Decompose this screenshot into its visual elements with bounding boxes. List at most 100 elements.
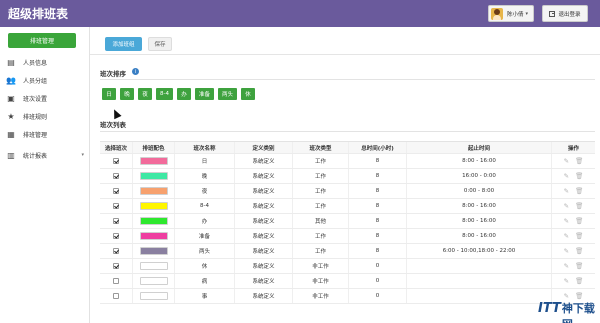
- shift-name-cell: 办: [175, 214, 235, 228]
- edit-icon[interactable]: ✎: [564, 232, 569, 240]
- shift-chip[interactable]: 日: [102, 88, 116, 100]
- category-cell: 系统定义: [235, 229, 293, 243]
- watermark-logo: ITT 神下载网: [538, 300, 600, 323]
- app-title: 超级排班表: [8, 7, 69, 21]
- user-menu-button[interactable]: 陈小倩 ▾: [488, 5, 534, 22]
- column-header[interactable]: 选择班次: [100, 142, 133, 153]
- table-row: 8-4 系统定义 工作 8 8:00 - 16:00 ✎ 🗑: [100, 199, 595, 214]
- edit-icon[interactable]: ✎: [564, 157, 569, 165]
- shift-name-cell: 病: [175, 274, 235, 288]
- edit-icon[interactable]: ✎: [564, 277, 569, 285]
- type-cell: 非工作: [293, 259, 349, 273]
- row-actions: ✎ 🗑: [564, 157, 584, 165]
- time-cell: [407, 259, 552, 273]
- column-header[interactable]: 定义类别: [235, 142, 293, 153]
- add-shift-group-button[interactable]: 添加班组: [105, 37, 142, 51]
- category-cell: 系统定义: [235, 259, 293, 273]
- category-cell: 系统定义: [235, 154, 293, 168]
- select-checkbox[interactable]: [113, 278, 119, 284]
- trash-icon[interactable]: 🗑: [575, 172, 583, 180]
- sidebar-item-shift-settings[interactable]: ▣ 班次设置: [0, 90, 90, 106]
- column-header[interactable]: 班次名称: [175, 142, 235, 153]
- sidebar-item-label: 排班管理: [23, 131, 48, 139]
- color-swatch[interactable]: [139, 247, 168, 255]
- shift-chip[interactable]: 休: [241, 88, 256, 100]
- edit-icon[interactable]: ✎: [564, 262, 569, 270]
- shift-chip[interactable]: 两头: [218, 88, 238, 100]
- color-swatch[interactable]: [139, 157, 168, 165]
- sidebar-item-reports[interactable]: ▥ 统计报表 ▾: [0, 147, 90, 163]
- edit-icon[interactable]: ✎: [564, 172, 569, 180]
- shift-chip[interactable]: 准备: [194, 88, 214, 100]
- shift-name-cell: 准备: [175, 229, 235, 243]
- hours-cell: 8: [349, 169, 407, 183]
- hours-cell: 8: [349, 199, 407, 213]
- select-checkbox[interactable]: [113, 233, 119, 239]
- logout-label: 退出登录: [558, 11, 581, 18]
- edit-icon[interactable]: ✎: [564, 247, 569, 255]
- color-swatch[interactable]: [139, 277, 168, 285]
- column-header[interactable]: 班次类型: [293, 142, 349, 153]
- select-checkbox[interactable]: [113, 218, 119, 224]
- color-swatch[interactable]: [139, 172, 168, 180]
- column-header[interactable]: 总时间(小时): [349, 142, 407, 153]
- select-checkbox[interactable]: [113, 203, 119, 209]
- select-checkbox[interactable]: [113, 293, 119, 299]
- info-icon[interactable]: i: [132, 68, 139, 75]
- column-header[interactable]: 排班配色: [133, 142, 175, 153]
- shift-chip[interactable]: 夜: [138, 88, 152, 100]
- category-cell: 系统定义: [235, 184, 293, 198]
- select-checkbox[interactable]: [113, 263, 119, 269]
- schedule-management-button[interactable]: 排班管理: [8, 33, 76, 48]
- select-checkbox[interactable]: [113, 173, 119, 179]
- table-row: 晚系统定义 工作 8 16:00 - 0:00 ✎ 🗑: [100, 169, 595, 184]
- divider: [100, 79, 595, 80]
- column-header[interactable]: 操作: [552, 142, 595, 153]
- table-row: 日系统定义 工作 8 8:00 - 16:00 ✎ 🗑: [100, 154, 595, 169]
- sidebar-item-schedule-rules[interactable]: ★ 排班规则: [0, 108, 90, 124]
- edit-icon[interactable]: ✎: [564, 217, 569, 225]
- color-swatch[interactable]: [139, 202, 168, 210]
- hours-cell: 8: [349, 214, 407, 228]
- column-header[interactable]: 起止时间: [407, 142, 552, 153]
- logout-button[interactable]: 退出登录: [542, 5, 588, 22]
- trash-icon[interactable]: 🗑: [575, 232, 583, 240]
- edit-icon[interactable]: ✎: [564, 202, 569, 210]
- category-cell: 系统定义: [235, 214, 293, 228]
- ops-cell: ✎ 🗑: [552, 199, 595, 213]
- time-cell: 0:00 - 8:00: [407, 184, 552, 198]
- trash-icon[interactable]: 🗑: [575, 187, 583, 195]
- ops-cell: ✎ 🗑: [552, 169, 595, 183]
- watermark-mark: ITT: [538, 301, 561, 316]
- select-cell: [100, 214, 133, 228]
- color-swatch[interactable]: [139, 217, 168, 225]
- select-checkbox[interactable]: [113, 248, 119, 254]
- trash-icon[interactable]: 🗑: [575, 202, 583, 210]
- logout-icon: [549, 10, 556, 17]
- shift-chip[interactable]: 8-4: [156, 88, 173, 100]
- edit-icon[interactable]: ✎: [564, 292, 569, 300]
- trash-icon[interactable]: 🗑: [575, 157, 583, 165]
- time-cell: 8:00 - 16:00: [407, 214, 552, 228]
- hours-cell: 8: [349, 244, 407, 258]
- select-checkbox[interactable]: [113, 188, 119, 194]
- trash-icon[interactable]: 🗑: [575, 292, 583, 300]
- trash-icon[interactable]: 🗑: [575, 262, 583, 270]
- shift-chip[interactable]: 办: [176, 88, 191, 100]
- save-button[interactable]: 保存: [148, 37, 172, 51]
- sidebar-item-staff-info[interactable]: ▤ 人员信息: [0, 54, 90, 70]
- toolbar: 添加班组 保存: [90, 27, 600, 55]
- color-swatch[interactable]: [139, 187, 168, 195]
- sidebar-item-schedule-management[interactable]: ▦ 排班管理: [0, 126, 90, 142]
- trash-icon[interactable]: 🗑: [575, 277, 583, 285]
- category-cell: 系统定义: [235, 274, 293, 288]
- trash-icon[interactable]: 🗑: [575, 247, 583, 255]
- color-swatch[interactable]: [139, 262, 168, 270]
- trash-icon[interactable]: 🗑: [575, 217, 583, 225]
- sidebar-item-staff-groups[interactable]: 👥 人员分组: [0, 72, 90, 88]
- color-swatch[interactable]: [139, 292, 168, 300]
- color-swatch[interactable]: [139, 232, 168, 240]
- select-checkbox[interactable]: [113, 158, 119, 164]
- shift-chip[interactable]: 晚: [120, 88, 134, 100]
- edit-icon[interactable]: ✎: [564, 187, 569, 195]
